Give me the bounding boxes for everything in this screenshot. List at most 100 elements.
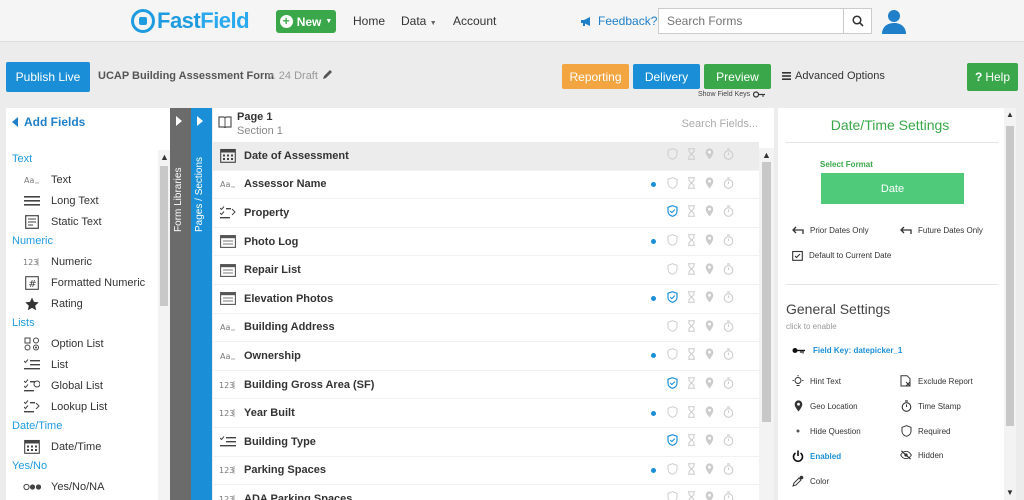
- form-field-row[interactable]: 123 Parking Spaces: [213, 457, 759, 486]
- general-option[interactable]: Hidden: [900, 450, 943, 460]
- stopwatch-icon[interactable]: [723, 434, 734, 449]
- required-shield-icon[interactable]: [667, 262, 678, 278]
- stopwatch-icon[interactable]: [723, 263, 734, 278]
- field-type-item[interactable]: Long Text: [6, 190, 158, 211]
- stopwatch-icon[interactable]: [723, 320, 734, 335]
- feedback-link[interactable]: Feedback?: [580, 14, 657, 28]
- preview-button[interactable]: Preview: [704, 64, 771, 89]
- hourglass-icon[interactable]: [687, 463, 696, 478]
- field-type-item[interactable]: Yes/No/NA: [6, 476, 158, 497]
- stopwatch-icon[interactable]: [723, 177, 734, 192]
- scroll-up-icon[interactable]: ▲: [1006, 110, 1014, 119]
- location-pin-icon[interactable]: [705, 148, 714, 163]
- hourglass-icon[interactable]: [687, 262, 696, 278]
- pencil-icon[interactable]: [321, 69, 333, 81]
- stopwatch-icon[interactable]: [723, 291, 734, 306]
- general-option[interactable]: Time Stamp: [900, 400, 961, 412]
- location-pin-icon[interactable]: [705, 205, 714, 220]
- form-field-row[interactable]: Photo Log: [213, 228, 759, 257]
- general-option[interactable]: Exclude Report: [900, 375, 973, 387]
- location-pin-icon[interactable]: [705, 263, 714, 278]
- center-scrollbar[interactable]: ▲: [759, 148, 774, 500]
- stopwatch-icon[interactable]: [723, 234, 734, 249]
- required-shield-icon[interactable]: [667, 405, 678, 421]
- field-type-item[interactable]: Aa Text: [6, 169, 158, 190]
- stopwatch-icon[interactable]: [723, 205, 734, 220]
- hourglass-icon[interactable]: [687, 177, 696, 192]
- required-shield-icon[interactable]: [667, 205, 678, 220]
- search-forms-input[interactable]: [659, 9, 843, 33]
- required-shield-icon[interactable]: [667, 377, 678, 392]
- required-shield-icon[interactable]: [667, 291, 678, 306]
- field-type-item[interactable]: Static Text: [6, 211, 158, 232]
- hourglass-icon[interactable]: [687, 348, 696, 363]
- stopwatch-icon[interactable]: [723, 406, 734, 421]
- form-field-row[interactable]: Aa Ownership: [213, 342, 759, 371]
- field-type-item[interactable]: 123 Numeric: [6, 251, 158, 272]
- help-button[interactable]: ? Help: [967, 63, 1018, 91]
- show-field-keys-toggle[interactable]: Show Field Keys: [698, 91, 766, 98]
- delivery-button[interactable]: Delivery: [633, 64, 700, 89]
- stopwatch-icon[interactable]: [723, 148, 734, 163]
- form-field-row[interactable]: Repair List: [213, 256, 759, 285]
- location-pin-icon[interactable]: [705, 434, 714, 449]
- location-pin-icon[interactable]: [705, 377, 714, 392]
- hourglass-icon[interactable]: [687, 320, 696, 335]
- stopwatch-icon[interactable]: [723, 348, 734, 363]
- hourglass-icon[interactable]: [687, 491, 696, 500]
- general-option[interactable]: Enabled: [792, 450, 841, 462]
- search-button[interactable]: [843, 9, 871, 33]
- form-field-row[interactable]: Property: [213, 199, 759, 228]
- field-type-item[interactable]: Date/Time: [6, 436, 158, 457]
- required-shield-icon[interactable]: [667, 177, 678, 192]
- general-option[interactable]: Required: [900, 425, 950, 437]
- required-shield-icon[interactable]: [667, 348, 678, 363]
- form-field-row[interactable]: 123 Building Gross Area (SF): [213, 371, 759, 400]
- form-field-row[interactable]: 123 Year Built: [213, 399, 759, 428]
- stopwatch-icon[interactable]: [723, 463, 734, 478]
- page-title[interactable]: Page 1: [237, 111, 272, 123]
- form-field-row[interactable]: Aa Assessor Name: [213, 171, 759, 200]
- location-pin-icon[interactable]: [705, 291, 714, 306]
- prior-dates-toggle[interactable]: Prior Dates Only: [792, 226, 869, 235]
- section-title[interactable]: Section 1: [237, 125, 283, 137]
- general-option[interactable]: Geo Location: [792, 400, 858, 412]
- required-shield-icon[interactable]: [667, 234, 678, 249]
- field-key-row[interactable]: Field Key: datepicker_1: [792, 346, 902, 355]
- location-pin-icon[interactable]: [705, 406, 714, 421]
- user-avatar-icon[interactable]: [881, 8, 907, 34]
- field-type-item[interactable]: Lookup List: [6, 396, 158, 417]
- reporting-button[interactable]: Reporting: [562, 64, 629, 89]
- hourglass-icon[interactable]: [687, 377, 696, 392]
- location-pin-icon[interactable]: [705, 463, 714, 478]
- date-format-button[interactable]: Date: [821, 173, 964, 204]
- form-field-row[interactable]: Aa Building Address: [213, 314, 759, 343]
- required-shield-icon[interactable]: [667, 491, 678, 500]
- form-field-row[interactable]: 123 ADA Parking Spaces: [213, 485, 759, 500]
- default-current-date-toggle[interactable]: Default to Current Date: [792, 250, 891, 261]
- stopwatch-icon[interactable]: [723, 491, 734, 500]
- form-field-row[interactable]: Date of Assessment: [213, 142, 759, 171]
- location-pin-icon[interactable]: [705, 177, 714, 192]
- general-option[interactable]: Hide Question: [792, 425, 861, 437]
- general-option[interactable]: Color: [792, 475, 829, 487]
- location-pin-icon[interactable]: [705, 320, 714, 335]
- new-button[interactable]: + New ▼: [276, 10, 336, 33]
- scroll-up-icon[interactable]: ▲: [762, 150, 771, 160]
- nav-account[interactable]: Account: [453, 14, 496, 28]
- location-pin-icon[interactable]: [705, 234, 714, 249]
- location-pin-icon[interactable]: [705, 348, 714, 363]
- required-shield-icon[interactable]: [667, 148, 678, 163]
- field-type-item[interactable]: Global List: [6, 375, 158, 396]
- field-type-item[interactable]: # Formatted Numeric: [6, 272, 158, 293]
- hourglass-icon[interactable]: [687, 205, 696, 220]
- hourglass-icon[interactable]: [687, 434, 696, 449]
- publish-live-button[interactable]: Publish Live: [6, 62, 90, 92]
- pages-sections-tab[interactable]: Pages / Sections: [191, 108, 212, 500]
- scroll-up-icon[interactable]: ▲: [160, 152, 169, 162]
- advanced-options-button[interactable]: Advanced Options: [782, 70, 885, 82]
- fastfield-logo[interactable]: Fast Field: [131, 7, 250, 35]
- general-option[interactable]: Hint Text: [792, 375, 841, 387]
- right-scrollbar[interactable]: ▲ ▼: [1004, 108, 1016, 500]
- add-fields-header[interactable]: Add Fields: [12, 115, 85, 129]
